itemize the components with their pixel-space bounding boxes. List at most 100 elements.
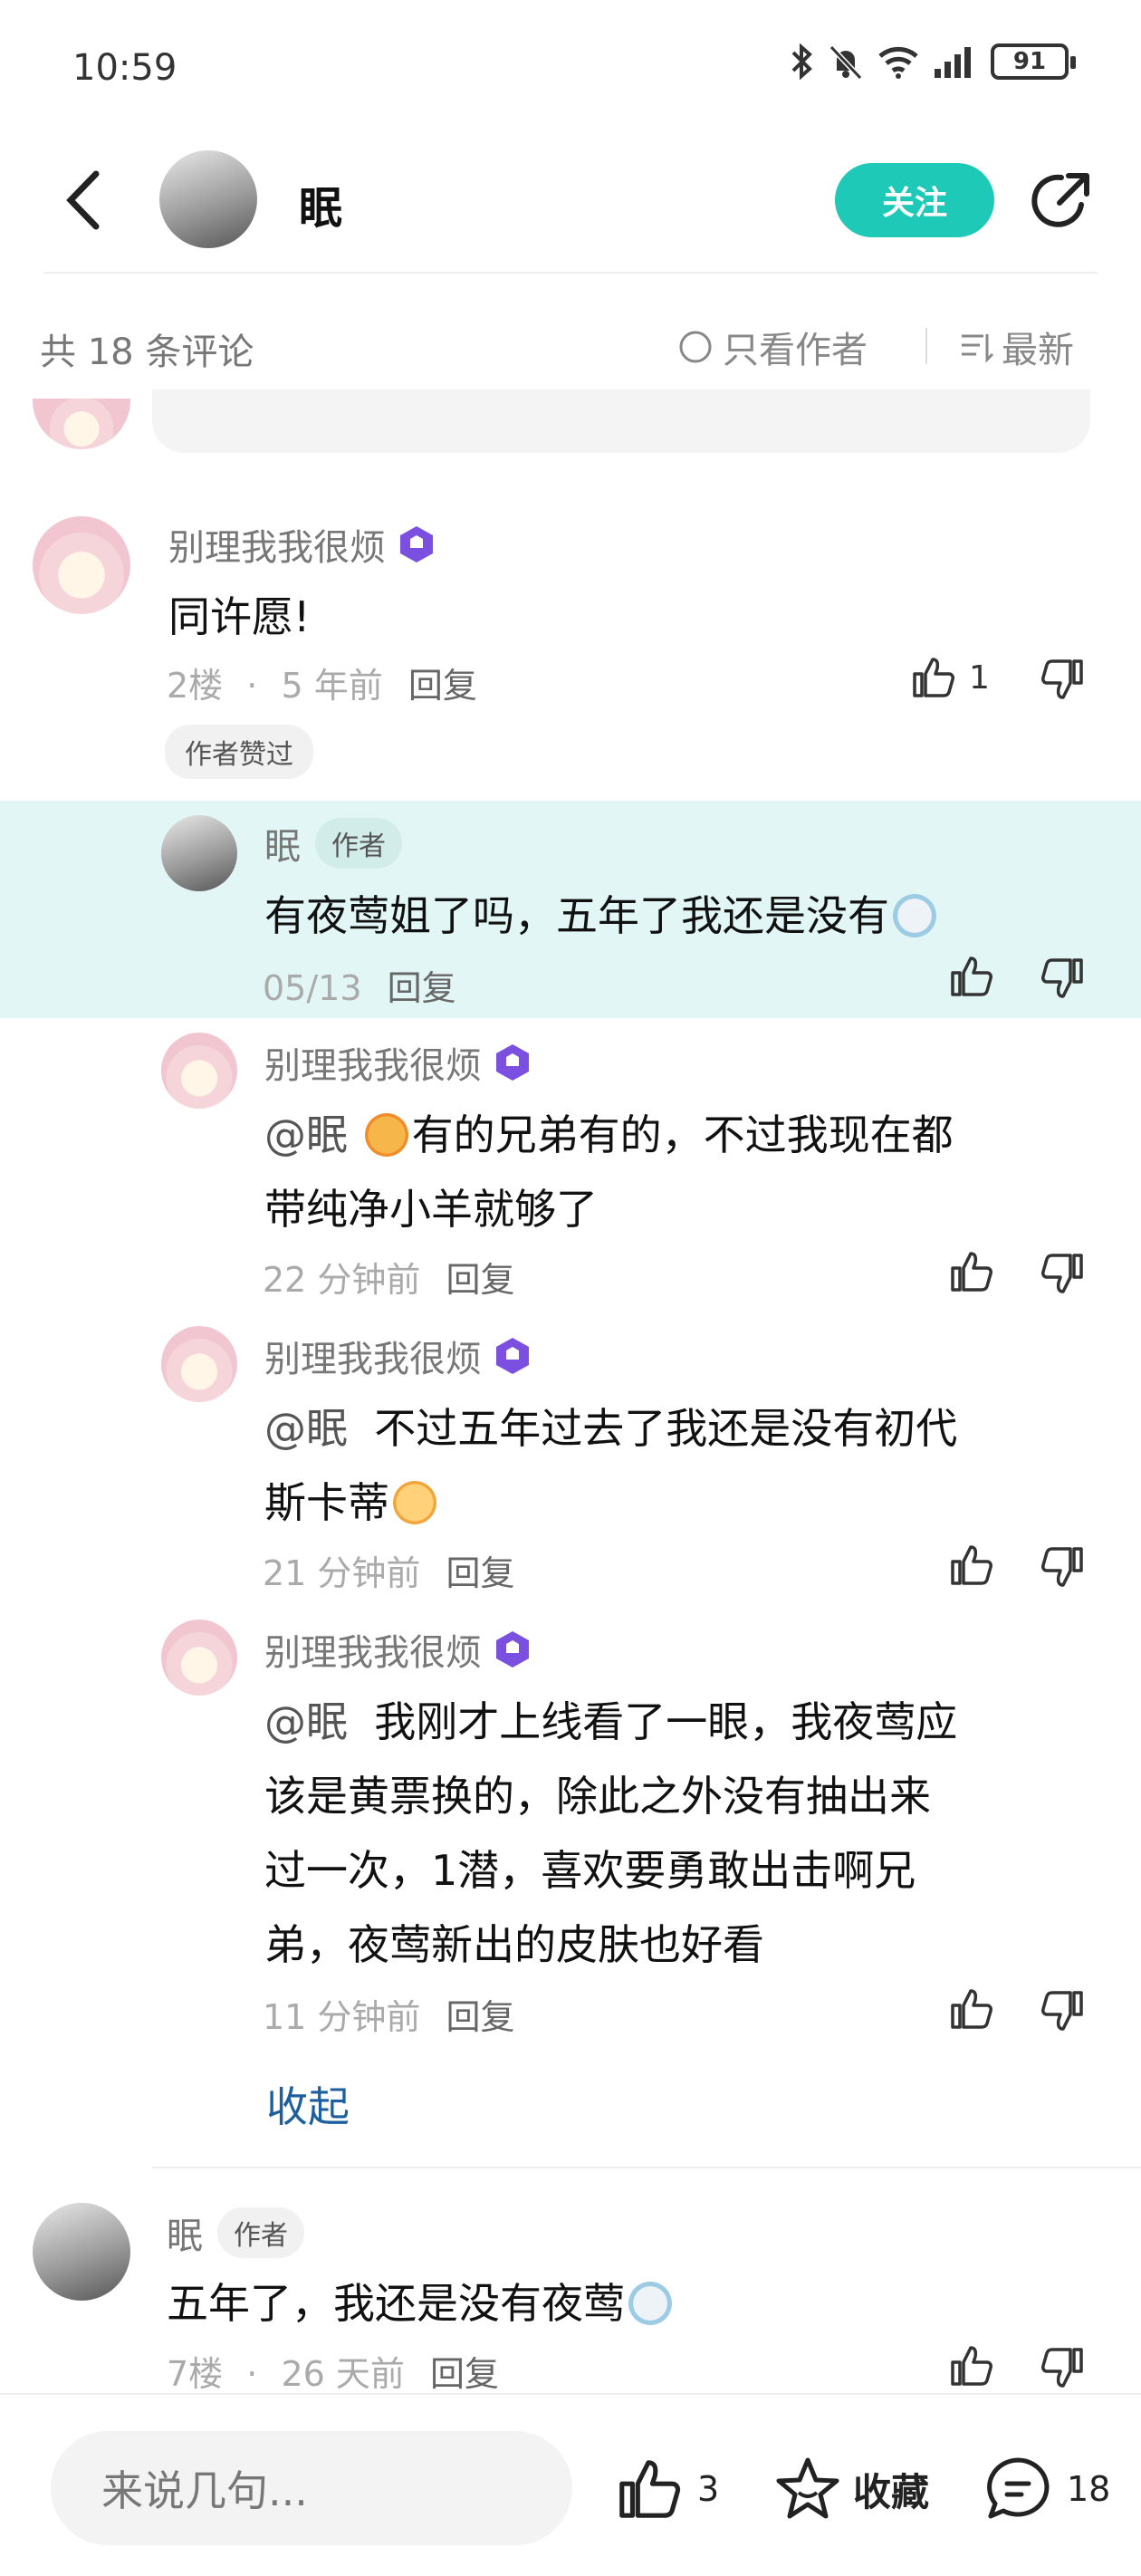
commenter-name[interactable]: 眠 bbox=[167, 2206, 203, 2259]
thumbs-down-icon[interactable] bbox=[1040, 1543, 1087, 1591]
signal-icon bbox=[935, 47, 971, 78]
replier-name[interactable]: 别理我我很烦 bbox=[264, 1330, 482, 1382]
mention-link[interactable]: @眠 bbox=[264, 1697, 348, 1746]
mention-link[interactable]: @眠 bbox=[264, 1110, 348, 1159]
comment-input[interactable]: 来说几句... bbox=[51, 2431, 572, 2545]
reply-button[interactable]: 回复 bbox=[430, 2354, 499, 2394]
thumbs-up-icon[interactable] bbox=[947, 1542, 994, 1589]
thumbs-down-icon[interactable] bbox=[1040, 656, 1087, 703]
author-tag: 作者 bbox=[217, 2207, 304, 2258]
favorite-label: 收藏 bbox=[853, 2469, 930, 2514]
previous-avatar bbox=[33, 399, 130, 449]
comment-count: 共 18 条评论 bbox=[40, 332, 254, 373]
only-author-toggle[interactable]: 只看作者 bbox=[677, 321, 868, 373]
thumbs-down-icon[interactable] bbox=[1040, 2344, 1087, 2391]
avatar[interactable] bbox=[33, 2203, 130, 2301]
reply-text-line: 我刚才上线看了一眼，我夜莺应 bbox=[374, 1697, 958, 1746]
reply-text-line: 有的兄弟有的，不过我现在都 bbox=[411, 1110, 954, 1159]
thumbs-up-icon[interactable] bbox=[947, 953, 994, 1000]
reply-button[interactable]: 回复 bbox=[388, 968, 456, 1008]
reply-meta: 22 分钟前 回复 bbox=[263, 1252, 515, 1302]
avatar[interactable] bbox=[161, 1033, 237, 1109]
status-icons: 91 bbox=[788, 43, 1076, 80]
reply-text: 有夜莺姐了吗，五年了我还是没有 bbox=[264, 879, 940, 953]
clock: 10:59 bbox=[72, 47, 177, 89]
like-button[interactable]: 1 bbox=[909, 654, 990, 701]
header-divider bbox=[43, 272, 1098, 274]
reply-header: 别理我我很烦 bbox=[264, 1623, 532, 1676]
thumbs-down-icon[interactable] bbox=[1040, 1987, 1087, 2034]
reply-time: 11 分钟前 bbox=[263, 1997, 421, 2037]
shocked-emoji-icon bbox=[393, 1481, 436, 1524]
thumbs-up-icon[interactable] bbox=[947, 2342, 994, 2389]
avatar[interactable] bbox=[161, 1326, 237, 1402]
avatar[interactable] bbox=[161, 815, 237, 891]
comments-button[interactable]: 18 bbox=[983, 2455, 1110, 2523]
thumbs-up-icon[interactable] bbox=[947, 1985, 994, 2033]
reply-text-line: 弟，夜莺新出的皮肤也好看 bbox=[264, 1920, 764, 1969]
comment-text-content: 五年了，我还是没有夜莺 bbox=[167, 2279, 625, 2328]
reply-text-line: 该是黄票换的，除此之外没有抽出来 bbox=[264, 1772, 931, 1821]
thumbs-down-icon[interactable] bbox=[1040, 955, 1087, 1002]
radio-circle-icon bbox=[679, 331, 712, 363]
back-arrow-icon[interactable] bbox=[63, 168, 103, 232]
reply-button[interactable]: 回复 bbox=[446, 1260, 515, 1300]
comment-time: 5 年前 bbox=[281, 666, 383, 706]
bottom-bar: 来说几句... 3 收藏 18 bbox=[0, 2393, 1141, 2576]
comment-text: 同许愿! bbox=[168, 592, 311, 641]
share-icon[interactable] bbox=[1029, 168, 1094, 234]
reply-text: @眠 我刚才上线看了一眼，我夜莺应 该是黄票换的，除此之外没有抽出来 过一次，1… bbox=[264, 1685, 1107, 1982]
avatar[interactable] bbox=[33, 516, 130, 614]
collapse-replies-button[interactable]: 收起 bbox=[266, 2074, 350, 2134]
author-liked-tag: 作者赞过 bbox=[165, 725, 313, 779]
reply-time: 21 分钟前 bbox=[263, 1553, 421, 1593]
author-tag: 作者 bbox=[315, 818, 402, 869]
avatar[interactable] bbox=[161, 1620, 237, 1696]
comment-header: 眠 作者 bbox=[167, 2206, 304, 2259]
follow-button[interactable]: 关注 bbox=[835, 163, 994, 237]
reply-text-line: 带纯净小羊就够了 bbox=[264, 1185, 598, 1234]
reply-text-line: 斯卡蒂 bbox=[264, 1478, 389, 1527]
crying-emoji-icon bbox=[893, 894, 936, 937]
like-count: 1 bbox=[969, 658, 990, 697]
thumbs-down-icon[interactable] bbox=[1040, 1250, 1087, 1297]
footer-comment-count: 18 bbox=[1067, 2469, 1111, 2509]
reply-time: 05/13 bbox=[263, 968, 362, 1008]
replier-name[interactable]: 别理我我很烦 bbox=[264, 1036, 482, 1089]
commenter-name[interactable]: 别理我我很烦 bbox=[168, 518, 386, 571]
status-bar: 10:59 91 bbox=[0, 0, 1141, 136]
reply-header: 别理我我很烦 bbox=[264, 1330, 532, 1382]
comment-bubble-icon bbox=[987, 2457, 1050, 2519]
reply-text-line: 不过五年过去了我还是没有初代 bbox=[374, 1404, 958, 1453]
header-avatar[interactable] bbox=[159, 150, 257, 248]
comment-divider bbox=[152, 2167, 1141, 2168]
comment-text: 五年了，我还是没有夜莺 bbox=[167, 2266, 676, 2341]
thumbs-up-icon bbox=[913, 658, 954, 697]
reply-meta: 21 分钟前 回复 bbox=[263, 1545, 515, 1595]
reply-button[interactable]: 回复 bbox=[446, 1997, 515, 2037]
page-title: 眠 bbox=[299, 183, 343, 234]
floor-label: 2楼 bbox=[167, 666, 224, 706]
comment-meta: 7楼 · 26 天前 回复 bbox=[167, 2354, 500, 2394]
angry-emoji-icon bbox=[364, 1113, 408, 1157]
replier-name[interactable]: 眠 bbox=[264, 817, 301, 870]
reply-text-line: 过一次，1潜，喜欢要勇敢出击啊兄 bbox=[264, 1846, 916, 1895]
reply-text-content: 有夜莺姐了吗，五年了我还是没有 bbox=[264, 891, 889, 940]
comment-time: 26 天前 bbox=[281, 2354, 405, 2394]
replier-name[interactable]: 别理我我很烦 bbox=[264, 1623, 482, 1676]
mention-link[interactable]: @眠 bbox=[264, 1404, 348, 1453]
sort-button[interactable]: 最新 bbox=[958, 321, 1074, 373]
favorite-button[interactable]: 收藏 bbox=[773, 2455, 929, 2523]
reply-text: @眠 有的兄弟有的，不过我现在都 带纯净小羊就够了 bbox=[264, 1098, 1098, 1246]
reply-button[interactable]: 回复 bbox=[408, 666, 477, 706]
wifi-icon bbox=[878, 46, 918, 79]
level-badge-icon bbox=[496, 1044, 529, 1081]
thumbs-up-icon[interactable] bbox=[947, 1248, 994, 1295]
comment-toolbar: 共 18 条评论 只看作者 最新 bbox=[0, 301, 1141, 391]
reply-button[interactable]: 回复 bbox=[446, 1553, 515, 1593]
comment-header: 别理我我很烦 bbox=[168, 518, 436, 571]
sort-label: 最新 bbox=[1002, 330, 1074, 371]
reply-meta: 05/13 回复 bbox=[263, 960, 456, 1010]
level-badge-icon bbox=[496, 1631, 529, 1668]
footer-like-button[interactable]: 3 bbox=[614, 2455, 719, 2523]
